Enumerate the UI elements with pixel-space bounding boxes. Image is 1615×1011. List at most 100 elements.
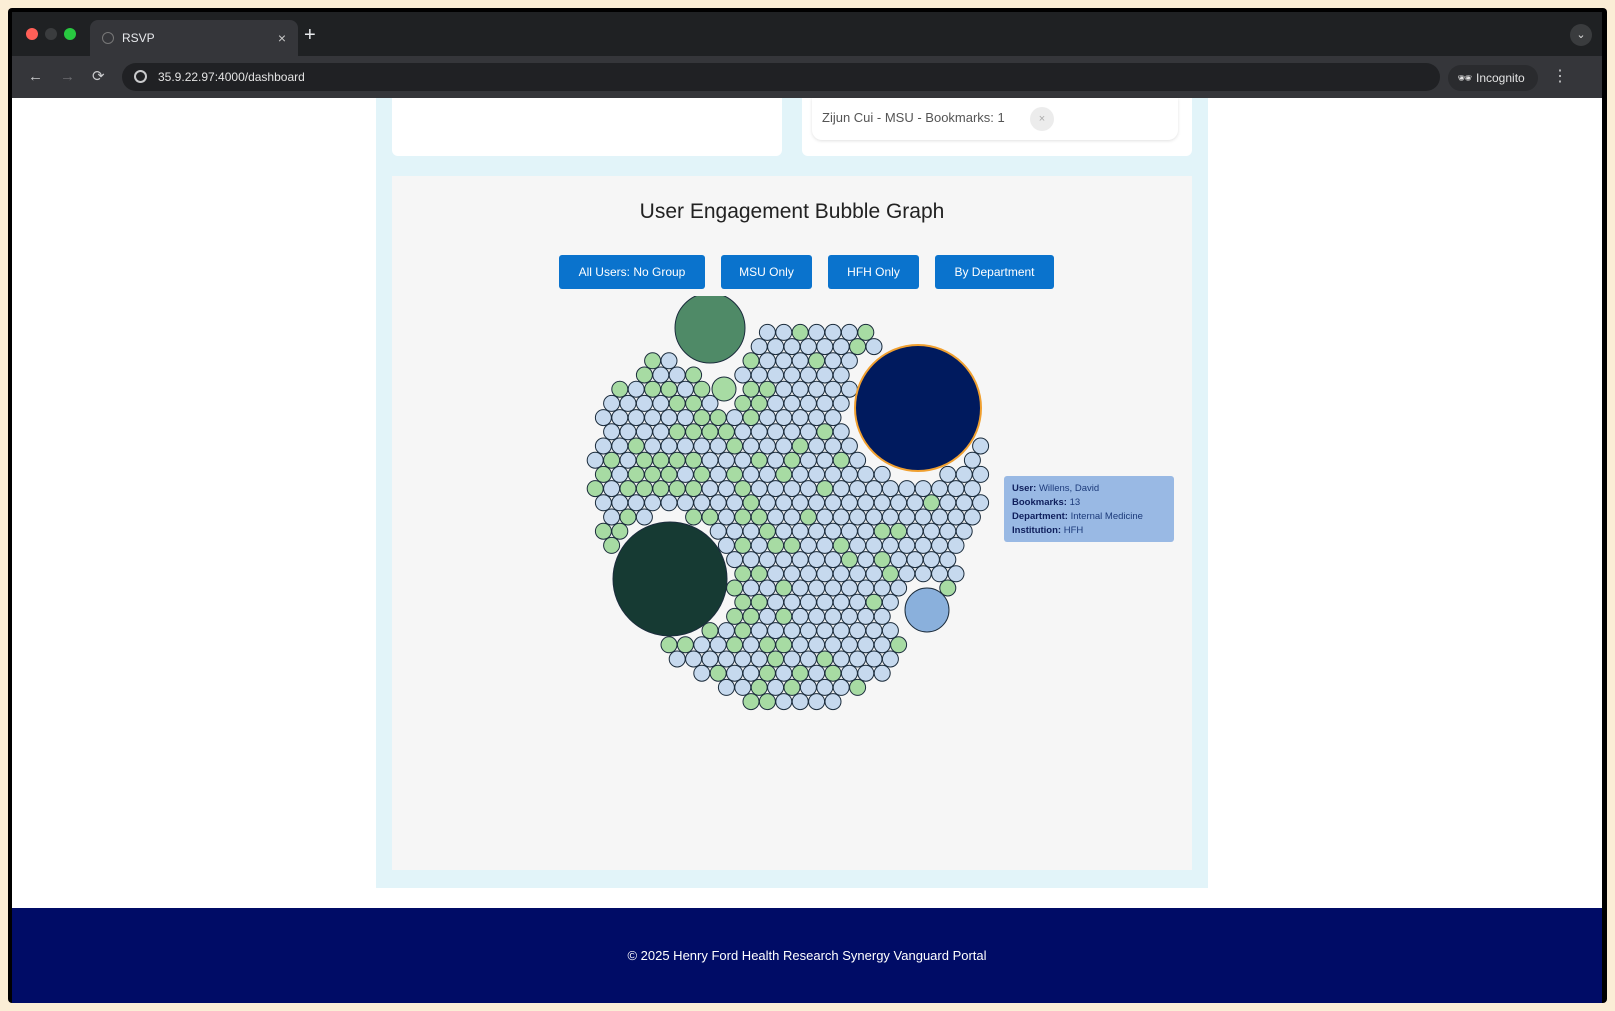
bubble[interactable]: [619, 423, 637, 441]
bubble[interactable]: [816, 338, 834, 356]
bubble[interactable]: [808, 409, 826, 427]
bubble[interactable]: [750, 678, 768, 696]
bubble[interactable]: [644, 352, 662, 370]
bubble[interactable]: [619, 394, 637, 412]
bubble[interactable]: [758, 636, 776, 654]
bubble[interactable]: [939, 494, 957, 512]
bubble[interactable]: [963, 508, 981, 526]
browser-menu-icon[interactable]: ⋮: [1552, 66, 1568, 88]
bubble[interactable]: [947, 508, 965, 526]
bubble[interactable]: [963, 451, 981, 469]
bubble[interactable]: [652, 480, 670, 498]
bubble[interactable]: [832, 593, 850, 611]
bubble[interactable]: [840, 522, 858, 540]
bubble[interactable]: [660, 636, 678, 654]
bubble[interactable]: [849, 508, 867, 526]
bubble[interactable]: [816, 678, 834, 696]
bubble[interactable]: [783, 394, 801, 412]
bubble[interactable]: [734, 508, 752, 526]
bubble[interactable]: [881, 536, 899, 554]
bubble[interactable]: [783, 451, 801, 469]
bubble[interactable]: [668, 366, 686, 384]
bubble[interactable]: [808, 636, 826, 654]
bubble[interactable]: [660, 380, 678, 398]
bubble[interactable]: [709, 465, 727, 483]
bubble[interactable]: [832, 480, 850, 498]
bubble[interactable]: [685, 366, 703, 384]
bubble[interactable]: [906, 522, 924, 540]
bubble[interactable]: [808, 380, 826, 398]
bubble[interactable]: [939, 465, 957, 483]
bubble[interactable]: [939, 522, 957, 540]
bubble[interactable]: [791, 522, 809, 540]
bubble[interactable]: [627, 494, 645, 512]
bubble[interactable]: [767, 650, 785, 668]
bubble-medium-green[interactable]: [674, 296, 746, 364]
bubble[interactable]: [824, 465, 842, 483]
bubble[interactable]: [824, 664, 842, 682]
bubble[interactable]: [726, 664, 744, 682]
bubble[interactable]: [701, 480, 719, 498]
bubble[interactable]: [775, 465, 793, 483]
bubble[interactable]: [726, 522, 744, 540]
bubble[interactable]: [799, 451, 817, 469]
bubble[interactable]: [791, 352, 809, 370]
bubble[interactable]: [758, 664, 776, 682]
bubble[interactable]: [783, 480, 801, 498]
bubble[interactable]: [840, 465, 858, 483]
bubble[interactable]: [717, 508, 735, 526]
bubble[interactable]: [660, 494, 678, 512]
bubble[interactable]: [635, 394, 653, 412]
bubble[interactable]: [619, 451, 637, 469]
bubble[interactable]: [881, 622, 899, 640]
bubble[interactable]: [799, 622, 817, 640]
bubble[interactable]: [627, 409, 645, 427]
bubble[interactable]: [890, 522, 908, 540]
bubble[interactable]: [783, 565, 801, 583]
bubble[interactable]: [972, 465, 990, 483]
bubble[interactable]: [840, 636, 858, 654]
bubble[interactable]: [767, 593, 785, 611]
bubble[interactable]: [767, 536, 785, 554]
bubble[interactable]: [931, 508, 949, 526]
bubble[interactable]: [824, 380, 842, 398]
bubble[interactable]: [816, 622, 834, 640]
bubble[interactable]: [767, 423, 785, 441]
bubble[interactable]: [931, 565, 949, 583]
bubble[interactable]: [742, 522, 760, 540]
bubble[interactable]: [750, 650, 768, 668]
bubble[interactable]: [758, 551, 776, 569]
bubble[interactable]: [775, 352, 793, 370]
bubble[interactable]: [652, 366, 670, 384]
bubble[interactable]: [791, 664, 809, 682]
bubble[interactable]: [742, 352, 760, 370]
bubble[interactable]: [758, 437, 776, 455]
bubble[interactable]: [586, 451, 604, 469]
bubble[interactable]: [808, 437, 826, 455]
bubble[interactable]: [799, 508, 817, 526]
bubble[interactable]: [849, 622, 867, 640]
bubble[interactable]: [750, 565, 768, 583]
tab-rsvp[interactable]: RSVP ×: [90, 20, 298, 56]
bubble[interactable]: [594, 437, 612, 455]
bubble[interactable]: [775, 636, 793, 654]
bubble[interactable]: [840, 494, 858, 512]
incognito-indicator[interactable]: 🕶 Incognito: [1448, 65, 1538, 91]
bubble[interactable]: [881, 593, 899, 611]
bubble[interactable]: [783, 536, 801, 554]
bubble[interactable]: [726, 636, 744, 654]
bubble[interactable]: [726, 579, 744, 597]
bubble[interactable]: [816, 593, 834, 611]
bubble[interactable]: [701, 508, 719, 526]
bubble[interactable]: [840, 352, 858, 370]
bubble[interactable]: [742, 409, 760, 427]
bubble[interactable]: [758, 579, 776, 597]
bubble[interactable]: [791, 437, 809, 455]
bubble[interactable]: [898, 536, 916, 554]
bubble[interactable]: [873, 664, 891, 682]
bubble[interactable]: [734, 366, 752, 384]
bubble[interactable]: [808, 352, 826, 370]
bubble[interactable]: [717, 423, 735, 441]
bubble[interactable]: [611, 437, 629, 455]
bubble[interactable]: [857, 607, 875, 625]
